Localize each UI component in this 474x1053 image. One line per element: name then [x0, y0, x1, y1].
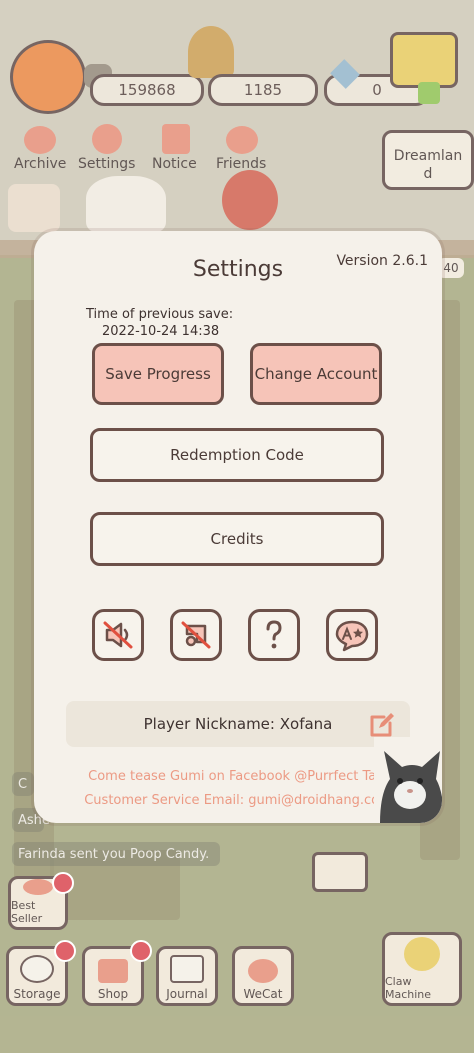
help-icon: [266, 620, 282, 649]
settings-dialog: Settings Version 2.6.1 Time of previous …: [34, 231, 442, 823]
redemption-code-label: Redemption Code: [170, 446, 304, 464]
version-label: Version 2.6.1: [336, 253, 428, 269]
redemption-code-button[interactable]: Redemption Code: [90, 428, 384, 482]
language-icon: [335, 620, 369, 652]
cat-photo: [374, 737, 442, 823]
save-progress-label: Save Progress: [105, 365, 211, 383]
language-button[interactable]: [326, 609, 378, 661]
player-nickname-bar: Player Nickname: Xofana: [66, 701, 410, 747]
music-toggle-button[interactable]: [170, 609, 222, 661]
music-off-icon: [181, 621, 211, 649]
change-account-label: Change Account: [254, 365, 378, 383]
save-time-value: 2022-10-24 14:38: [102, 324, 220, 339]
edit-nickname-button[interactable]: [368, 711, 396, 739]
save-time-label: Time of previous save:: [86, 307, 234, 322]
save-progress-button[interactable]: Save Progress: [92, 343, 224, 405]
change-account-button[interactable]: Change Account: [250, 343, 382, 405]
credits-button[interactable]: Credits: [90, 512, 384, 566]
cat-photo-image: [374, 737, 442, 823]
help-button[interactable]: [248, 609, 300, 661]
credits-label: Credits: [210, 530, 264, 548]
sound-toggle-button[interactable]: [92, 609, 144, 661]
sound-off-icon: [103, 621, 133, 649]
edit-icon: [370, 713, 394, 737]
player-nickname: Player Nickname: Xofana: [143, 715, 333, 733]
